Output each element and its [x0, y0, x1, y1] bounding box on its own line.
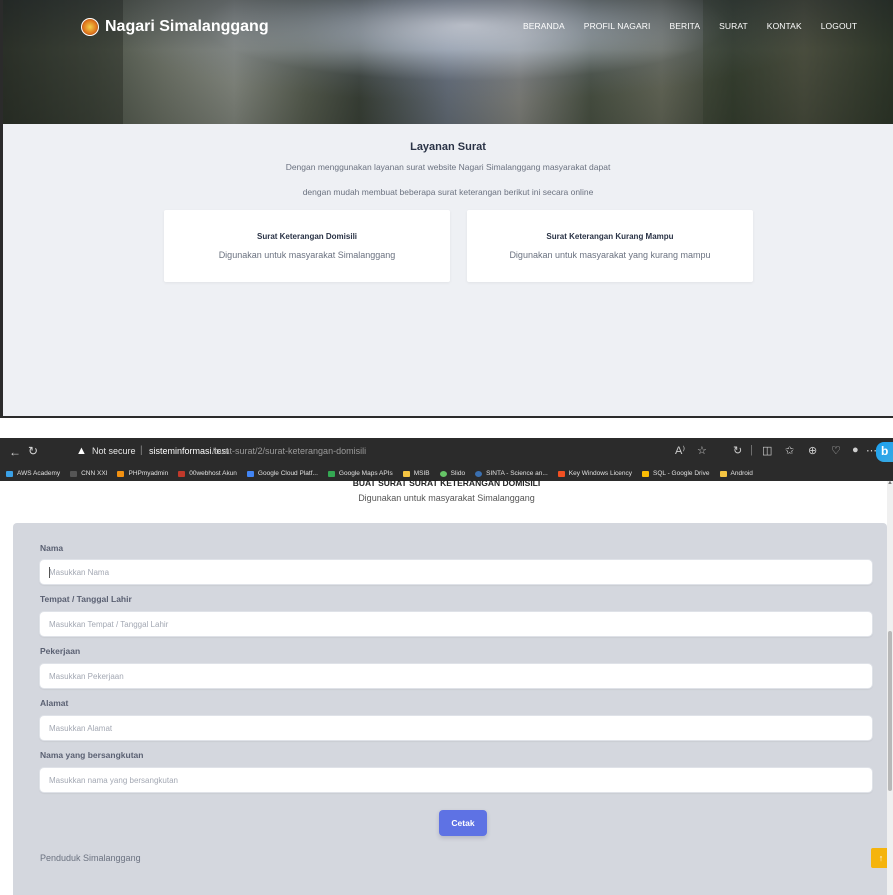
- browser-essentials-icon[interactable]: ♡: [831, 444, 841, 457]
- cliff-right: [703, 0, 893, 124]
- cetak-button[interactable]: Cetak: [439, 810, 487, 836]
- warning-icon: ▲: [76, 445, 87, 457]
- form-subheading: Digunakan untuk masyarakat Simalanggang: [358, 493, 535, 503]
- card-domisili[interactable]: Surat Keterangan Domisili Digunakan untu…: [164, 210, 450, 282]
- form-heading: BUAT SURAT SURAT KETERANGAN DOMISILI: [352, 478, 541, 488]
- refresh-g-icon[interactable]: ↻: [733, 444, 742, 457]
- pekerjaan-field[interactable]: [39, 663, 873, 689]
- nav-kontak[interactable]: KONTAK: [767, 21, 802, 31]
- address-separator: |: [140, 445, 143, 456]
- nav-beranda[interactable]: BERANDA: [523, 21, 565, 31]
- layanan-desc-line2: dengan mudah membuat beberapa surat kete…: [302, 187, 594, 197]
- text-caret: [49, 567, 50, 578]
- card-desc: Digunakan untuk masyarakat Simalanggang: [218, 250, 396, 260]
- field-label-nama: Nama: [40, 543, 64, 553]
- scrollbar-thumb[interactable]: [888, 631, 892, 791]
- favorites-icon[interactable]: ✩: [785, 444, 794, 457]
- brand-logo-icon: [81, 18, 99, 36]
- brand-name: Nagari Simalanggang: [105, 18, 269, 35]
- bookmark-icon: [117, 470, 125, 477]
- scroll-up-arrow-icon[interactable]: ▲: [887, 480, 893, 486]
- profile-avatar-icon[interactable]: ●: [852, 444, 859, 456]
- bookmark-icon: [70, 470, 78, 477]
- form-panel: Nama Tempat / Tanggal Lahir Pekerjaan Al…: [13, 523, 891, 895]
- folder-icon: [719, 470, 727, 477]
- bookmark-item[interactable]: MSIB: [402, 470, 430, 477]
- back-arrow-icon[interactable]: ←: [9, 445, 21, 459]
- bookmark-item[interactable]: SINTA - Science an...: [475, 470, 548, 477]
- bookmark-item[interactable]: Key Windows Licency: [557, 470, 632, 477]
- bookmark-item[interactable]: AWS Academy: [6, 470, 60, 477]
- nama-bersangkutan-input[interactable]: [40, 768, 872, 792]
- url-path: /buat-surat/2/surat-keterangan-domisili: [212, 446, 367, 456]
- field-label-pekerjaan: Pekerjaan: [40, 646, 81, 656]
- favorite-star-icon[interactable]: ☆: [697, 444, 707, 457]
- layanan-section: Layanan Surat Dengan menggunakan layanan…: [3, 124, 893, 416]
- folder-icon: [402, 470, 410, 477]
- browser-toolbar: ← ↻ ▲ Not secure | sisteminformasi.test …: [0, 438, 893, 466]
- bookmark-item[interactable]: Slido: [439, 470, 465, 477]
- pekerjaan-input[interactable]: [40, 664, 872, 688]
- ttl-input[interactable]: [40, 612, 872, 636]
- brand[interactable]: Nagari Simalanggang: [81, 18, 269, 36]
- collections-icon[interactable]: ⊕: [808, 444, 817, 457]
- card-kurang-mampu[interactable]: Surat Keterangan Kurang Mampu Digunakan …: [467, 210, 753, 282]
- google-drive-icon: [642, 470, 650, 477]
- address-bar[interactable]: ▲ Not secure | sisteminformasi.test /bua…: [66, 443, 706, 461]
- field-label-ttl: Tempat / Tanggal Lahir: [40, 594, 132, 604]
- field-label-nama-bersangkutan: Nama yang bersangkutan: [40, 750, 144, 760]
- bookmark-icon: [439, 470, 447, 477]
- footer-text: Penduduk Simalanggang: [40, 853, 141, 863]
- split-screen-icon[interactable]: ◫: [762, 444, 772, 457]
- alamat-input[interactable]: [40, 716, 872, 740]
- bookmark-item[interactable]: Google Maps APIs: [327, 470, 393, 477]
- alamat-field[interactable]: [39, 715, 873, 741]
- card-desc: Digunakan untuk masyarakat yang kurang m…: [509, 250, 711, 260]
- bookmark-item[interactable]: Android: [719, 470, 753, 477]
- page-content: BUAT SURAT SURAT KETERANGAN DOMISILI Dig…: [0, 478, 893, 895]
- bookmark-item[interactable]: Google Cloud Platf...: [246, 470, 318, 477]
- card-title: Surat Keterangan Kurang Mampu: [546, 232, 674, 241]
- layanan-surat-screenshot: Nagari Simalanggang BERANDA PROFIL NAGAR…: [0, 0, 893, 418]
- reload-icon[interactable]: ↻: [28, 444, 38, 458]
- bookmark-item[interactable]: SQL - Google Drive: [642, 470, 710, 477]
- main-nav: BERANDA PROFIL NAGARI BERITA SURAT KONTA…: [523, 21, 876, 31]
- hero-banner: Nagari Simalanggang BERANDA PROFIL NAGAR…: [3, 0, 893, 124]
- toolbar-divider: |: [750, 444, 753, 456]
- bookmark-item[interactable]: PHPmyadmin: [117, 470, 168, 477]
- bookmark-icon: [178, 470, 186, 477]
- arrow-up-icon: ↑: [878, 853, 884, 863]
- field-label-alamat: Alamat: [40, 698, 69, 708]
- nav-berita[interactable]: BERITA: [669, 21, 700, 31]
- bookmark-item[interactable]: 00webhost Akun: [178, 470, 237, 477]
- card-title: Surat Keterangan Domisili: [256, 232, 358, 241]
- windows-logo-icon: [557, 470, 565, 477]
- nama-input[interactable]: [40, 560, 872, 584]
- bing-copilot-icon[interactable]: b: [876, 442, 893, 462]
- nav-profil-nagari[interactable]: PROFIL NAGARI: [584, 21, 651, 31]
- bookmark-icon: [246, 470, 254, 477]
- nav-surat[interactable]: SURAT: [719, 21, 748, 31]
- bookmark-icon: [327, 470, 335, 477]
- nama-field[interactable]: [39, 559, 873, 585]
- ttl-field[interactable]: [39, 611, 873, 637]
- security-label: Not secure: [92, 446, 136, 456]
- form-screenshot: ← ↻ ▲ Not secure | sisteminformasi.test …: [0, 438, 893, 895]
- layanan-title: Layanan Surat: [410, 141, 486, 153]
- bookmark-icon: [475, 470, 483, 477]
- layanan-desc-line1: Dengan menggunakan layanan surat website…: [285, 162, 611, 172]
- nav-logout[interactable]: LOGOUT: [821, 21, 858, 31]
- read-aloud-icon[interactable]: A⁾: [675, 444, 685, 457]
- bookmark-item[interactable]: CNN XXI: [70, 470, 107, 477]
- nama-bersangkutan-field[interactable]: [39, 767, 873, 793]
- bookmark-icon: [6, 470, 13, 477]
